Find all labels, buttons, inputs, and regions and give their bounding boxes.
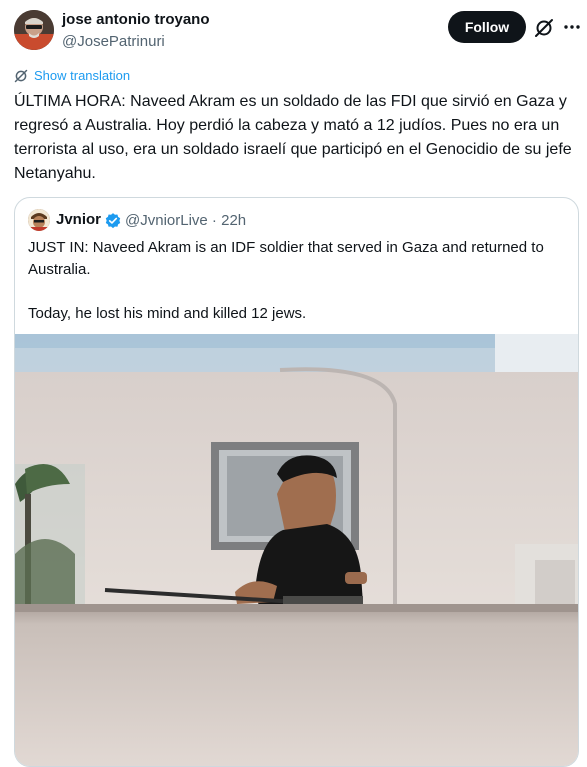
more-icon[interactable] xyxy=(562,17,582,37)
verified-badge-icon xyxy=(105,213,121,229)
translate-icon xyxy=(14,69,28,82)
follow-button[interactable]: Follow xyxy=(448,11,526,43)
tweet-text: ÚLTIMA HORA: Naveed Akram es un soldado … xyxy=(14,93,572,182)
quoted-avatar[interactable] xyxy=(28,209,50,231)
quoted-text: JUST IN: Naveed Akram is an IDF soldier … xyxy=(28,237,568,325)
grok-icon[interactable] xyxy=(533,17,555,39)
quoted-time[interactable]: 22h xyxy=(221,212,246,229)
quoted-paragraph: JUST IN: Naveed Akram is an IDF soldier … xyxy=(28,239,544,278)
show-translation-link[interactable]: Show translation xyxy=(34,68,130,83)
quoted-name[interactable]: Jvnior xyxy=(56,211,101,228)
quoted-handle[interactable]: @JvniorLive xyxy=(125,212,208,229)
author-name[interactable]: jose antonio troyano xyxy=(62,11,210,28)
quoted-photo[interactable] xyxy=(15,334,579,767)
quoted-tweet[interactable]: Jvnior @JvniorLive · 22h JUST IN: Naveed… xyxy=(14,197,579,767)
author-avatar[interactable] xyxy=(14,10,54,50)
author-handle[interactable]: @JosePatrinuri xyxy=(62,33,165,50)
quoted-paragraph: Today, he lost his mind and killed 12 je… xyxy=(28,305,307,322)
translation-row: Show translation xyxy=(14,68,130,83)
quoted-meta: @JvniorLive · 22h xyxy=(125,212,247,229)
